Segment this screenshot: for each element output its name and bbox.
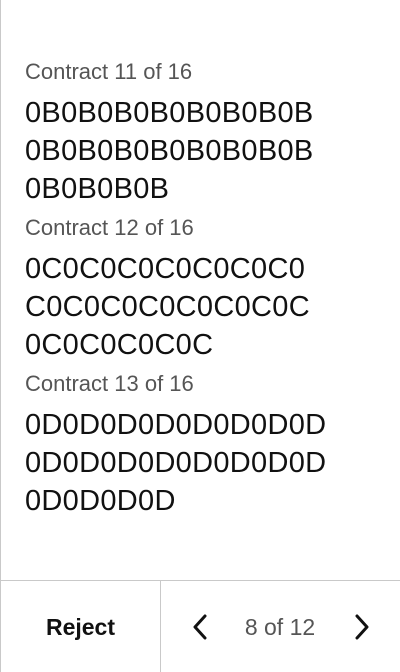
contract-data-line: 0C0C0C0C0C0C0C0 [25,253,306,285]
contract-data-line: 0D0D0D0D [25,485,176,517]
contract-data-line: 0D0D0D0D0D0D0D0D [25,409,327,441]
contract-data-line: 0D0D0D0D0D0D0D0D [25,447,327,479]
contract-label: Contract 13 of 16 [25,371,194,396]
footer-toolbar: Reject 8 of 12 [1,580,400,672]
page-indicator: 8 of 12 [244,614,316,640]
reject-button[interactable]: Reject [1,581,161,672]
contract-item: Contract 12 of 16 0C0C0C0C0C0C0C0 C0C0C0… [25,214,382,364]
contract-data-line: 0B0B0B0B0B0B0B0B [25,97,314,129]
contract-label: Contract 11 of 16 [25,59,193,84]
contract-data-line: 0C0C0C0C0C [25,329,214,361]
pager: 8 of 12 [161,581,400,672]
contract-data: 0D0D0D0D0D0D0D0D 0D0D0D0D0D0D0D0D 0D0D0D… [25,406,382,520]
previous-page-button[interactable] [181,607,221,647]
chevron-left-icon [193,614,207,640]
contract-item: Contract 11 of 16 0B0B0B0B0B0B0B0B 0B0B0… [25,58,382,208]
contract-list: Contract 11 of 16 0B0B0B0B0B0B0B0B 0B0B0… [25,58,382,526]
contract-data-line: 0B0B0B0B0B0B0B0B [25,135,314,167]
chevron-right-icon [355,614,369,640]
contract-data: 0C0C0C0C0C0C0C0 C0C0C0C0C0C0C0C 0C0C0C0C… [25,250,382,364]
contract-label: Contract 12 of 16 [25,215,194,240]
screen: Contract 11 of 16 0B0B0B0B0B0B0B0B 0B0B0… [0,0,400,672]
contract-item: Contract 13 of 16 0D0D0D0D0D0D0D0D 0D0D0… [25,370,382,520]
contract-data: 0B0B0B0B0B0B0B0B 0B0B0B0B0B0B0B0B 0B0B0B… [25,94,382,208]
next-page-button[interactable] [341,607,381,647]
contract-data-line: 0B0B0B0B [25,173,170,205]
contract-data-line: C0C0C0C0C0C0C0C [25,291,310,323]
